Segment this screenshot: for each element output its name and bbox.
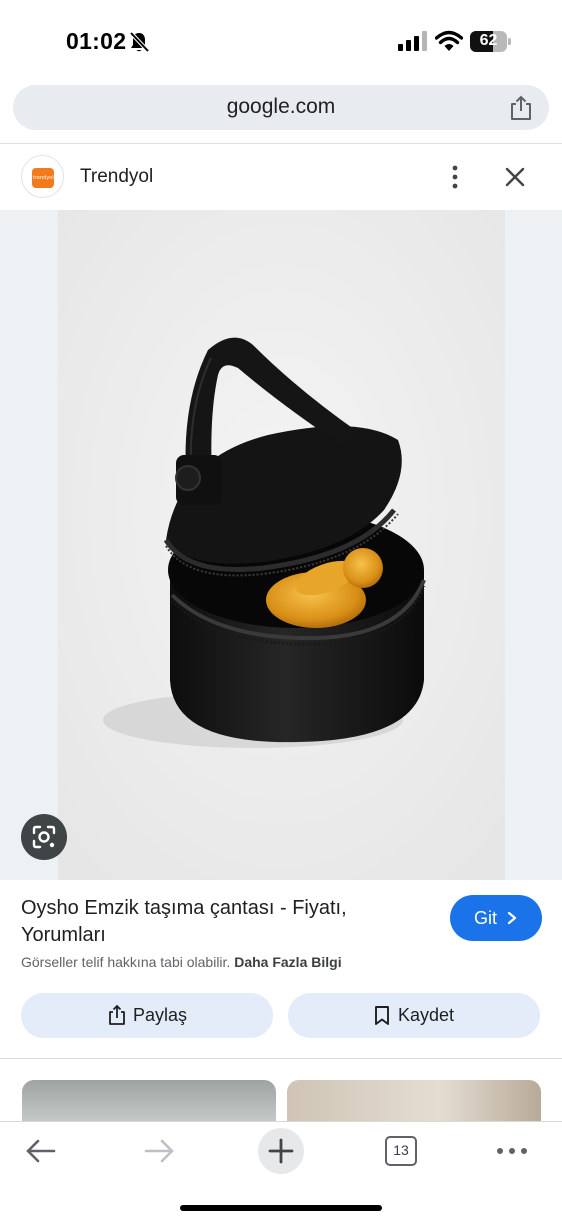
battery-level: 62 (479, 32, 498, 49)
more-vert-icon[interactable] (446, 164, 464, 190)
url-text: google.com (226, 95, 336, 118)
related-image-thumbnail[interactable] (22, 1080, 276, 1126)
bell-off-icon (129, 31, 150, 53)
lens-button[interactable] (21, 814, 67, 860)
share-button[interactable]: Paylaş (21, 993, 273, 1038)
plus-icon (268, 1138, 294, 1164)
visit-label: Git (474, 908, 498, 928)
signal-icon (398, 31, 427, 51)
trendyol-logo-icon: trendyol (32, 168, 54, 188)
back-arrow-icon[interactable] (24, 1137, 56, 1165)
save-button[interactable]: Kaydet (288, 993, 540, 1038)
status-time: 01:02 (66, 28, 127, 54)
forward-arrow-icon[interactable] (144, 1137, 176, 1165)
address-bar[interactable]: google.com (13, 85, 549, 130)
browser-toolbar: 13 (0, 1121, 562, 1221)
home-indicator (180, 1205, 382, 1211)
visit-button[interactable]: Git (450, 895, 542, 941)
status-bar: 01:02 62 (0, 0, 562, 80)
lens-icon (32, 825, 56, 849)
chevron-right-icon (507, 911, 517, 925)
battery-icon: 62 (470, 31, 512, 52)
result-title[interactable]: Oysho Emzik taşıma çantası - Fiyatı, Yor… (21, 895, 431, 949)
source-name[interactable]: Trendyol (80, 166, 153, 188)
copyright-notice: Görseller telif hakkına tabi olabilir. D… (21, 954, 342, 970)
pacifier-case-illustration (58, 210, 505, 880)
source-header: trendyol Trendyol (0, 144, 562, 210)
more-info-link[interactable]: Daha Fazla Bilgi (234, 954, 341, 970)
image-preview[interactable] (0, 210, 562, 880)
share-icon (109, 1004, 125, 1025)
share-label: Paylaş (133, 1005, 188, 1025)
divider (0, 1058, 562, 1059)
tabs-button[interactable]: 13 (385, 1136, 417, 1166)
close-icon[interactable] (502, 164, 528, 190)
bookmark-icon (375, 1006, 389, 1025)
wifi-icon (435, 30, 463, 51)
more-horiz-icon[interactable] (496, 1146, 528, 1156)
new-tab-button[interactable] (258, 1128, 304, 1174)
share-icon[interactable] (509, 95, 533, 121)
related-image-thumbnail[interactable] (287, 1080, 541, 1126)
source-favicon[interactable]: trendyol (21, 155, 64, 198)
product-image (58, 210, 505, 880)
save-label: Kaydet (398, 1005, 455, 1025)
